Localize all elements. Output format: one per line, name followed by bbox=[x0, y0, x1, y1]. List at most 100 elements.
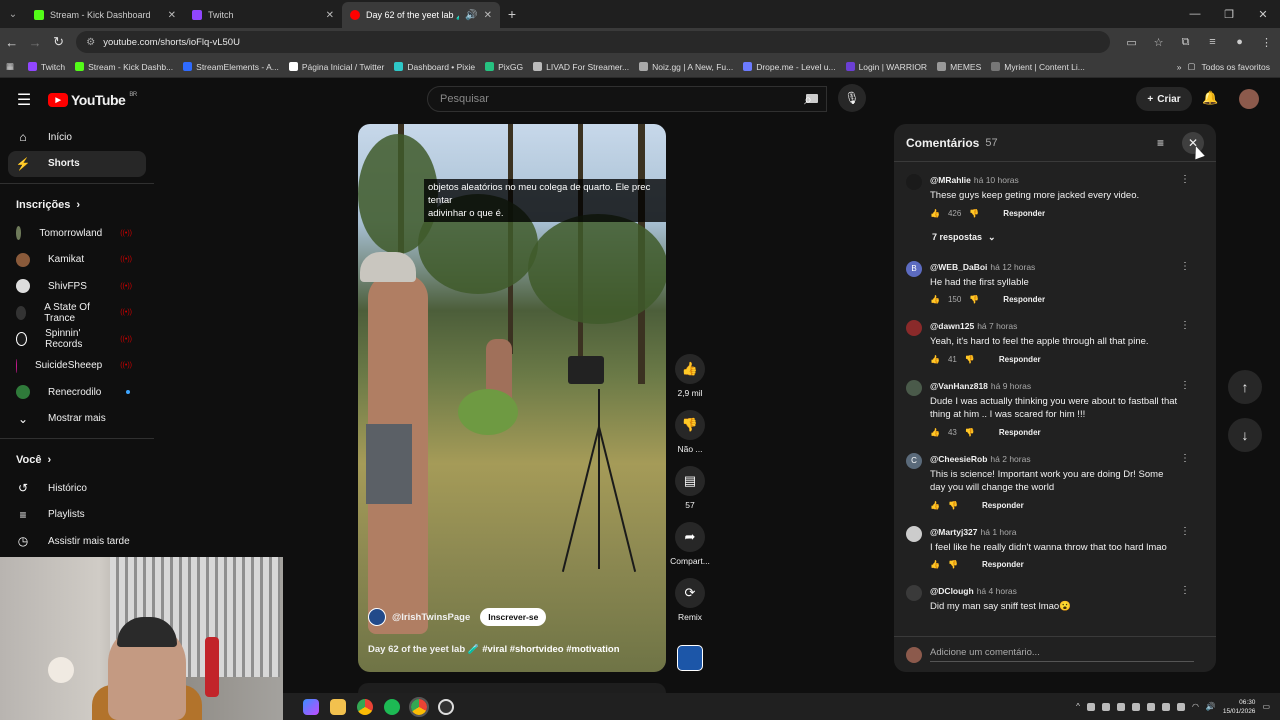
profile-icon[interactable]: ● bbox=[1226, 36, 1253, 49]
cast-icon[interactable]: ▭ bbox=[1118, 36, 1145, 49]
more-options-icon[interactable]: ⋮ bbox=[1180, 526, 1190, 537]
comment-author[interactable]: @CheesieRob bbox=[930, 454, 987, 464]
comment-time[interactable]: há 2 horas bbox=[990, 454, 1030, 464]
reply-button[interactable]: Responder bbox=[999, 355, 1041, 364]
sidebar-channel-asot[interactable]: A State Of Trance ((•)) bbox=[8, 300, 146, 327]
comments-button[interactable]: ▤ 57 bbox=[670, 466, 710, 510]
tray-icon[interactable] bbox=[1161, 702, 1170, 711]
reply-button[interactable]: Responder bbox=[999, 428, 1041, 437]
spotify-icon[interactable] bbox=[384, 698, 400, 715]
more-options-icon[interactable]: ⋮ bbox=[1180, 453, 1190, 464]
bookmark-pixie[interactable]: Dashboard • Pixie bbox=[394, 62, 475, 72]
comment-author[interactable]: @WEB_DaBoi bbox=[930, 262, 987, 272]
media-icon[interactable]: ≡ bbox=[1199, 36, 1226, 49]
sidebar-item-playlists[interactable]: ≡ Playlists bbox=[8, 502, 146, 529]
you-heading[interactable]: Você › bbox=[0, 445, 154, 475]
thumbs-up-icon[interactable]: 👍 bbox=[930, 501, 940, 510]
obs-icon[interactable] bbox=[438, 698, 454, 715]
all-bookmarks-link[interactable]: Todos os favoritos bbox=[1201, 62, 1270, 72]
sidebar-item-home[interactable]: ⌂ Início bbox=[8, 124, 146, 151]
more-bookmarks-icon[interactable]: » bbox=[1177, 62, 1182, 72]
thumbs-down-icon[interactable]: 👎 bbox=[969, 209, 979, 218]
file-explorer-icon[interactable] bbox=[330, 698, 346, 715]
dislike-button[interactable]: 👎 Não ... bbox=[670, 410, 710, 454]
next-short-preview[interactable] bbox=[358, 683, 666, 693]
bookmark-livad[interactable]: LIVAD For Streamer... bbox=[533, 62, 629, 72]
tray-icon[interactable] bbox=[1116, 702, 1125, 711]
chrome-active-icon[interactable] bbox=[409, 696, 429, 717]
comment-time[interactable]: há 10 horas bbox=[974, 175, 1019, 185]
subscriptions-heading[interactable]: Inscrições › bbox=[0, 190, 154, 220]
thumbs-up-icon[interactable]: 👍 bbox=[930, 355, 940, 364]
view-replies-button[interactable]: 7 respostas ⌄ bbox=[932, 232, 1204, 243]
minimize-icon[interactable]: — bbox=[1178, 8, 1212, 21]
comment-author[interactable]: @MRahlie bbox=[930, 175, 971, 185]
browser-tab-kick[interactable]: Stream - Kick Dashboard ✕ bbox=[26, 2, 184, 28]
more-options-icon[interactable]: ⋮ bbox=[1180, 320, 1190, 331]
avatar[interactable] bbox=[906, 525, 922, 542]
bluetooth-icon[interactable] bbox=[1146, 702, 1155, 711]
bookmark-myrient[interactable]: Myrient | Content Li... bbox=[991, 62, 1085, 72]
comment-author[interactable]: @dawn125 bbox=[930, 321, 974, 331]
bookmark-star-icon[interactable]: ☆ bbox=[1145, 36, 1172, 49]
next-short-button[interactable]: ↓ bbox=[1228, 418, 1262, 452]
channel-handle[interactable]: @IrishTwinsPage bbox=[392, 612, 470, 623]
avatar[interactable]: C bbox=[906, 452, 922, 469]
bookmark-twitch[interactable]: Twitch bbox=[28, 62, 65, 72]
clock[interactable]: 06:30 15/01/2026 bbox=[1223, 698, 1256, 716]
share-button[interactable]: ➦ Compart... bbox=[670, 522, 710, 566]
sidebar-show-more[interactable]: ⌄ Mostrar mais bbox=[8, 406, 146, 433]
previous-short-button[interactable]: ↑ bbox=[1228, 370, 1262, 404]
avatar[interactable] bbox=[906, 379, 922, 396]
close-tab-icon[interactable]: ✕ bbox=[168, 10, 176, 21]
sidebar-channel-kamikat[interactable]: Kamikat ((•)) bbox=[8, 247, 146, 274]
tab-search-icon[interactable]: ⌄ bbox=[0, 0, 26, 28]
subscribe-button[interactable]: Inscrever-se bbox=[480, 608, 547, 626]
extensions-icon[interactable]: ⧉ bbox=[1172, 36, 1199, 49]
bookmark-warrior[interactable]: Login | WARRIOR bbox=[845, 62, 927, 72]
bookmark-pixgg[interactable]: PixGG bbox=[485, 62, 523, 72]
sidebar-channel-tomorrowland[interactable]: Tomorrowland ((•)) bbox=[8, 220, 146, 247]
forward-icon[interactable]: → bbox=[23, 35, 46, 50]
shorts-video-player[interactable]: objetos aleatórios no meu colega de quar… bbox=[358, 124, 666, 672]
close-window-icon[interactable]: ✕ bbox=[1246, 8, 1280, 21]
reload-icon[interactable]: ↻ bbox=[47, 34, 70, 50]
thumbs-down-icon[interactable]: 👎 bbox=[965, 355, 975, 364]
reply-button[interactable]: Responder bbox=[1003, 209, 1045, 218]
comment-time[interactable]: há 4 horas bbox=[977, 586, 1017, 596]
youtube-logo[interactable]: ▶ YouTube BR bbox=[48, 92, 137, 108]
url-field[interactable]: ⚙ youtube.com/shorts/ioFlq-vL50U bbox=[76, 31, 1111, 53]
sort-icon[interactable]: ≡ bbox=[1157, 136, 1164, 150]
comment-author[interactable]: @VanHanz818 bbox=[930, 381, 988, 391]
tray-icon[interactable] bbox=[1101, 702, 1110, 711]
bookmark-drope[interactable]: Drope.me - Level u... bbox=[743, 62, 836, 72]
browser-menu-icon[interactable]: ⋮ bbox=[1253, 36, 1280, 49]
bookmark-twitter[interactable]: Página Inicial / Twitter bbox=[288, 62, 384, 72]
wifi-icon[interactable]: ◠ bbox=[1192, 702, 1199, 711]
microphone-icon[interactable]: 🎙 bbox=[838, 84, 866, 112]
channel-thumbnail[interactable] bbox=[677, 645, 703, 671]
browser-tab-twitch[interactable]: Twitch ✕ bbox=[184, 2, 342, 28]
thumbs-down-icon[interactable]: 👎 bbox=[965, 428, 975, 437]
restore-icon[interactable]: ❐ bbox=[1212, 8, 1246, 21]
bookmark-streamelements[interactable]: StreamElements - A... bbox=[183, 62, 279, 72]
chrome-icon[interactable] bbox=[357, 698, 373, 715]
thumbs-down-icon[interactable]: 👎 bbox=[948, 560, 958, 569]
thumbs-up-icon[interactable]: 👍 bbox=[930, 209, 940, 218]
reply-button[interactable]: Responder bbox=[982, 501, 1024, 510]
bookmark-memes[interactable]: MEMES bbox=[937, 62, 981, 72]
apps-icon[interactable]: ▦ bbox=[6, 61, 14, 72]
avatar[interactable] bbox=[906, 320, 922, 336]
comment-author[interactable]: @Martyj327 bbox=[930, 527, 978, 537]
bookmark-kick[interactable]: Stream - Kick Dashb... bbox=[75, 62, 173, 72]
avatar[interactable] bbox=[1239, 89, 1259, 109]
menu-icon[interactable]: ☰ bbox=[0, 90, 48, 110]
more-options-icon[interactable]: ⋮ bbox=[1180, 380, 1190, 391]
avatar[interactable] bbox=[906, 585, 922, 601]
video-tags[interactable]: #viral #shortvideo #motivation bbox=[482, 644, 619, 655]
comment-time[interactable]: há 7 horas bbox=[977, 321, 1017, 331]
thumbs-up-icon[interactable]: 👍 bbox=[930, 295, 940, 304]
channel-avatar[interactable] bbox=[368, 608, 386, 626]
bookmark-noiz[interactable]: Noiz.gg | A New, Fu... bbox=[639, 62, 733, 72]
sidebar-item-shorts[interactable]: ⚡ Shorts bbox=[8, 150, 146, 177]
